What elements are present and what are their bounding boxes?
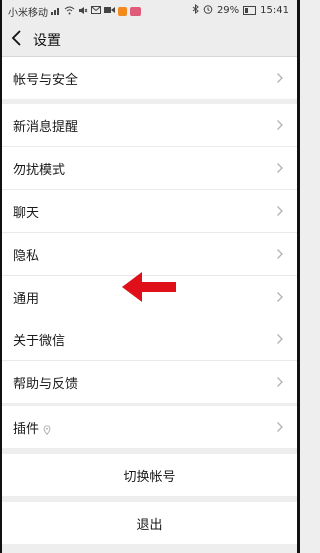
chevron-right-icon [277,249,283,259]
settings-item-help-feedback[interactable]: 帮助与反馈 [2,361,297,403]
chevron-right-icon [277,73,283,83]
location-pin-icon [43,424,51,435]
chevron-right-icon [277,120,283,130]
orange-app-icon [118,7,127,16]
video-icon [104,6,115,17]
chevron-right-icon [277,377,283,387]
switch-account-label: 切换帐号 [123,470,176,485]
settings-item-label-wrap: 插件 [13,418,51,437]
status-bar: 小米移动 29% 15:41 [2,0,297,21]
settings-item-label: 帮助与反馈 [13,377,79,392]
battery-icon [243,6,257,15]
plugins-group: 插件 [2,406,297,448]
nav-bar: 设置 [2,21,297,57]
chevron-right-icon [277,206,283,216]
account-group: 帐号与安全 [2,57,297,99]
mute-icon [78,6,88,18]
wifi-icon [64,6,75,18]
chevron-right-icon [277,163,283,173]
settings-item-label: 新消息提醒 [13,120,79,135]
about-group: 关于微信 帮助与反馈 [2,318,297,403]
settings-item-account-security[interactable]: 帐号与安全 [2,57,297,99]
clock: 15:41 [260,5,289,16]
switch-account-group: 切换帐号 [2,454,297,496]
email-icon [91,6,101,17]
bluetooth-icon [192,3,199,17]
chevron-right-icon [277,334,283,344]
logout-button[interactable]: 退出 [2,502,297,544]
carrier-name: 小米移动 [8,8,48,19]
chevron-right-icon [277,422,283,432]
settings-item-label: 隐私 [13,249,40,264]
right-frame-edge [297,0,300,553]
settings-item-new-message-alerts[interactable]: 新消息提醒 [2,104,297,147]
settings-item-chat[interactable]: 聊天 [2,190,297,233]
page-title: 设置 [33,33,61,49]
settings-item-label: 通用 [13,292,40,307]
logout-label: 退出 [136,518,163,533]
chevron-left-icon[interactable] [10,29,24,47]
logout-group: 退出 [2,502,297,544]
red-arrow-annotation-icon [122,272,176,302]
settings-item-do-not-disturb[interactable]: 勿扰模式 [2,147,297,190]
settings-item-label: 帐号与安全 [13,73,79,88]
battery-percent: 29% [216,5,240,16]
signal-icon [51,6,61,18]
settings-item-label: 关于微信 [13,334,66,349]
chevron-right-icon [277,292,283,302]
settings-item-plugins[interactable]: 插件 [2,406,297,448]
settings-item-label: 勿扰模式 [13,163,66,178]
switch-account-button[interactable]: 切换帐号 [2,454,297,496]
pink-app-icon [130,7,141,16]
settings-item-label: 插件 [13,422,40,437]
settings-item-label: 聊天 [13,206,40,221]
settings-item-about-wechat[interactable]: 关于微信 [2,318,297,361]
alarm-icon [203,4,213,17]
